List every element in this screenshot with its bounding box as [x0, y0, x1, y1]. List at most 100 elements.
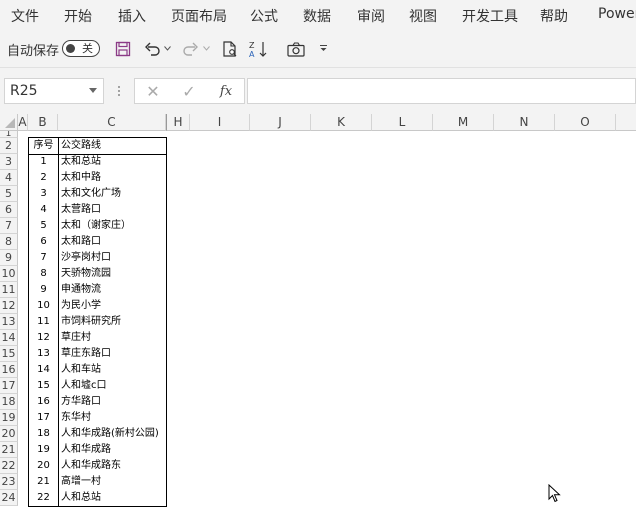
table-cell-route[interactable]: 太和中路 — [61, 170, 165, 186]
table-cell-route[interactable]: 太和路口 — [61, 234, 165, 250]
table-cell-no[interactable]: 8 — [29, 266, 58, 282]
table-cell-no[interactable]: 17 — [29, 410, 58, 426]
column-header-o[interactable]: O — [555, 114, 616, 131]
table-cell-no[interactable]: 1 — [29, 154, 58, 170]
table-cell-route[interactable]: 太和文化广场 — [61, 186, 165, 202]
formula-input[interactable] — [247, 78, 636, 104]
table-cell-no[interactable]: 11 — [29, 314, 58, 330]
table-cell-no[interactable]: 7 — [29, 250, 58, 266]
table-cell-route[interactable]: 为民小学 — [61, 298, 165, 314]
row-header-20[interactable]: 20 — [0, 426, 18, 442]
table-cell-route[interactable]: 方华路口 — [61, 394, 165, 410]
table-cell-route[interactable]: 人和华成路东 — [61, 458, 165, 474]
table-cell-no[interactable]: 6 — [29, 234, 58, 250]
table-cell-no[interactable]: 16 — [29, 394, 58, 410]
header-cell-no[interactable]: 序号 — [29, 138, 58, 154]
table-cell-route[interactable]: 太和总站 — [61, 154, 165, 170]
cancel-icon[interactable]: ✕ — [145, 82, 161, 101]
table-cell-no[interactable]: 12 — [29, 330, 58, 346]
row-header-24[interactable]: 24 — [0, 490, 18, 506]
row-header-15[interactable]: 15 — [0, 346, 18, 362]
tab-review[interactable]: 审阅 — [357, 6, 385, 26]
column-header-l[interactable]: L — [372, 114, 433, 131]
column-header-i[interactable]: I — [190, 114, 250, 131]
column-header-j[interactable]: J — [250, 114, 311, 131]
table-cell-route[interactable]: 草庄村 — [61, 330, 165, 346]
row-header-4[interactable]: 4 — [0, 170, 18, 186]
row-header-21[interactable]: 21 — [0, 442, 18, 458]
table-cell-route[interactable]: 东华村 — [61, 410, 165, 426]
tab-view[interactable]: 视图 — [409, 6, 437, 26]
tab-page-layout[interactable]: 页面布局 — [171, 6, 227, 26]
row-header-7[interactable]: 7 — [0, 218, 18, 234]
autosave-toggle[interactable]: 关 — [62, 40, 100, 57]
row-header-14[interactable]: 14 — [0, 330, 18, 346]
tab-help[interactable]: 帮助 — [540, 6, 568, 26]
table-cell-no[interactable]: 21 — [29, 474, 58, 490]
table-cell-route[interactable]: 人和总站 — [61, 490, 165, 506]
table-cell-route[interactable]: 沙亭岗村口 — [61, 250, 165, 266]
row-header-13[interactable]: 13 — [0, 314, 18, 330]
row-header-8[interactable]: 8 — [0, 234, 18, 250]
redo-icon[interactable] — [181, 40, 199, 58]
select-all-corner[interactable] — [0, 114, 18, 131]
tab-data[interactable]: 数据 — [303, 6, 331, 26]
row-header-9[interactable]: 9 — [0, 250, 18, 266]
table-cell-no[interactable]: 3 — [29, 186, 58, 202]
column-header-k[interactable]: K — [311, 114, 372, 131]
row-header-19[interactable]: 19 — [0, 410, 18, 426]
print-preview-icon[interactable] — [221, 40, 239, 58]
table-cell-route[interactable]: 人和华成路 — [61, 442, 165, 458]
table-cell-route[interactable]: 申通物流 — [61, 282, 165, 298]
insert-function-icon[interactable]: fx — [217, 82, 235, 100]
column-header-c[interactable]: C — [58, 114, 166, 131]
table-cell-no[interactable]: 4 — [29, 202, 58, 218]
camera-icon[interactable] — [286, 41, 306, 57]
table-cell-no[interactable]: 10 — [29, 298, 58, 314]
row-header-11[interactable]: 11 — [0, 282, 18, 298]
tab-home[interactable]: 开始 — [64, 6, 92, 26]
column-header-h[interactable]: H — [166, 114, 190, 131]
column-header-m[interactable]: M — [433, 114, 494, 131]
table-cell-no[interactable]: 20 — [29, 458, 58, 474]
table-cell-route[interactable]: 高增一村 — [61, 474, 165, 490]
table-cell-no[interactable]: 19 — [29, 442, 58, 458]
more-options-icon[interactable] — [116, 84, 122, 98]
save-icon[interactable] — [114, 40, 132, 58]
table-cell-no[interactable]: 18 — [29, 426, 58, 442]
tab-file[interactable]: 文件 — [11, 6, 39, 26]
undo-icon[interactable] — [143, 40, 161, 58]
chevron-down-icon[interactable] — [89, 88, 97, 93]
table-cell-route[interactable]: 人和华成路(新村公园) — [61, 426, 165, 442]
row-header-1[interactable]: 1 — [0, 131, 18, 138]
row-header-18[interactable]: 18 — [0, 394, 18, 410]
table-cell-no[interactable]: 13 — [29, 346, 58, 362]
table-cell-no[interactable]: 9 — [29, 282, 58, 298]
enter-icon[interactable]: ✓ — [181, 82, 197, 101]
row-header-22[interactable]: 22 — [0, 458, 18, 474]
row-header-17[interactable]: 17 — [0, 378, 18, 394]
column-header-n[interactable]: N — [494, 114, 555, 131]
row-header-5[interactable]: 5 — [0, 186, 18, 202]
row-header-3[interactable]: 3 — [0, 154, 18, 170]
table-cell-no[interactable]: 22 — [29, 490, 58, 506]
table-cell-route[interactable]: 天骄物流园 — [61, 266, 165, 282]
sort-az-icon[interactable]: ZA — [248, 40, 268, 59]
tab-insert[interactable]: 插入 — [118, 6, 146, 26]
header-cell-route[interactable]: 公交路线 — [61, 138, 165, 154]
table-cell-no[interactable]: 14 — [29, 362, 58, 378]
table-cell-route[interactable]: 市饲料研究所 — [61, 314, 165, 330]
table-cell-route[interactable]: 太营路口 — [61, 202, 165, 218]
tab-formulas[interactable]: 公式 — [250, 6, 278, 26]
redo-dropdown-icon[interactable] — [202, 43, 210, 53]
tab-developer[interactable]: 开发工具 — [462, 6, 518, 26]
row-header-2[interactable]: 2 — [0, 138, 18, 154]
worksheet-grid[interactable]: A B C H I J K L M N O 1 2 3 4 5 6 7 8 9 10 11 12 13… — [0, 114, 636, 509]
table-cell-no[interactable]: 15 — [29, 378, 58, 394]
name-box[interactable]: R25 — [4, 78, 104, 104]
table-cell-no[interactable]: 2 — [29, 170, 58, 186]
row-header-12[interactable]: 12 — [0, 298, 18, 314]
row-header-23[interactable]: 23 — [0, 474, 18, 490]
tab-power[interactable]: Power — [598, 6, 636, 22]
table-cell-route[interactable]: 人和车站 — [61, 362, 165, 378]
